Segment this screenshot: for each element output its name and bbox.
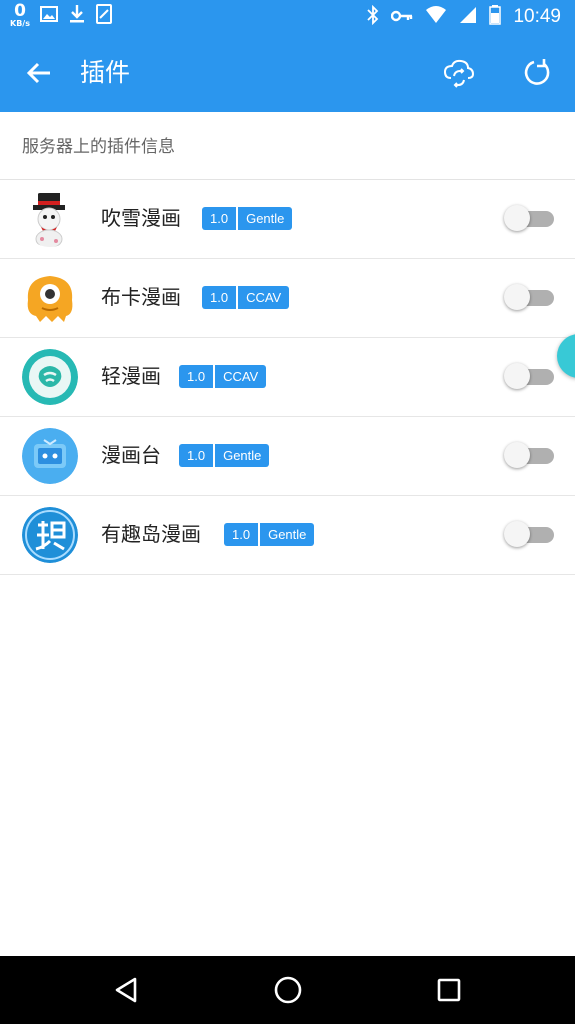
- plugin-row-manhuatai[interactable]: 漫画台 1.0 Gentle: [0, 417, 575, 496]
- toggle-thumb: [504, 205, 530, 231]
- image-icon: [39, 5, 58, 27]
- enable-toggle[interactable]: [504, 205, 554, 231]
- plugin-tags: 1.0 Gentle: [224, 523, 315, 546]
- status-bar: 0 KB/s 10:49: [0, 0, 575, 34]
- version-badge: 1.0: [202, 286, 237, 309]
- refresh-button[interactable]: [518, 54, 556, 92]
- source-badge: Gentle: [215, 444, 270, 467]
- enable-toggle[interactable]: [504, 284, 554, 310]
- version-badge: 1.0: [224, 523, 259, 546]
- plugin-name: 布卡漫画: [101, 285, 181, 309]
- battery-icon: [489, 5, 502, 29]
- toggle-thumb: [504, 363, 530, 389]
- enable-toggle[interactable]: [504, 521, 554, 547]
- section-header-label: 服务器上的插件信息: [22, 137, 175, 157]
- plugin-list: 吹雪漫画 1.0 Gentle 布卡漫画 1.0 CCAV 轻漫画 1.0 CC…: [0, 180, 575, 575]
- source-badge: Gentle: [260, 523, 315, 546]
- enable-toggle[interactable]: [504, 442, 554, 468]
- plugin-row-buka[interactable]: 布卡漫画 1.0 CCAV: [0, 259, 575, 338]
- qu-character-avatar: [22, 507, 78, 563]
- network-speed: 0 KB/s: [10, 3, 30, 28]
- version-badge: 1.0: [179, 365, 214, 388]
- refresh-icon: [524, 59, 550, 85]
- back-button[interactable]: [22, 56, 56, 90]
- clock: 10:49: [513, 6, 561, 27]
- plugin-tags: 1.0 CCAV: [179, 365, 267, 388]
- arrow-left-icon: [26, 62, 50, 84]
- toggle-thumb: [504, 442, 530, 468]
- blue-tv-avatar: [22, 428, 78, 484]
- plugin-name: 有趣岛漫画: [101, 522, 201, 546]
- source-badge: Gentle: [238, 207, 293, 230]
- source-badge: CCAV: [238, 286, 290, 309]
- nav-back-icon: [115, 977, 137, 1003]
- plugin-row-chuixue[interactable]: 吹雪漫画 1.0 Gentle: [0, 180, 575, 259]
- navigation-bar: [0, 956, 575, 1024]
- plugin-row-qing[interactable]: 轻漫画 1.0 CCAV: [0, 338, 575, 417]
- bluetooth-icon: [367, 4, 379, 29]
- download-icon: [68, 4, 86, 28]
- nav-back-button[interactable]: [106, 970, 146, 1010]
- version-badge: 1.0: [202, 207, 237, 230]
- plugin-name: 漫画台: [101, 443, 161, 467]
- plugin-tags: 1.0 Gentle: [202, 207, 293, 230]
- signal-icon: [459, 6, 477, 28]
- network-speed-value: 0: [14, 1, 26, 21]
- version-badge: 1.0: [179, 444, 214, 467]
- toggle-thumb: [504, 521, 530, 547]
- plugin-row-youqudao[interactable]: 有趣岛漫画 1.0 Gentle: [0, 496, 575, 575]
- plugin-name: 轻漫画: [101, 364, 161, 388]
- screenshot-icon: [95, 3, 112, 28]
- plugin-tags: 1.0 Gentle: [179, 444, 270, 467]
- nav-home-button[interactable]: [268, 970, 308, 1010]
- page-title: 插件: [80, 58, 131, 87]
- toolbar: 插件: [0, 34, 575, 112]
- network-speed-unit: KB/s: [10, 19, 30, 28]
- section-header: 服务器上的插件信息: [0, 112, 575, 180]
- enable-toggle[interactable]: [504, 363, 554, 389]
- teal-leaf-avatar: [22, 349, 78, 405]
- nav-home-icon: [274, 976, 302, 1004]
- key-icon: [391, 8, 413, 27]
- orange-monster-avatar: [22, 270, 78, 326]
- cloud-sync-button[interactable]: [440, 54, 478, 92]
- toggle-thumb: [504, 284, 530, 310]
- nav-recents-button[interactable]: [429, 970, 469, 1010]
- plugin-name: 吹雪漫画: [101, 206, 181, 230]
- plugin-tags: 1.0 CCAV: [202, 286, 290, 309]
- nav-recents-icon: [437, 978, 461, 1002]
- cloud-sync-icon: [443, 59, 475, 88]
- snowman-avatar: [22, 191, 78, 247]
- source-badge: CCAV: [215, 365, 267, 388]
- wifi-icon: [425, 6, 447, 28]
